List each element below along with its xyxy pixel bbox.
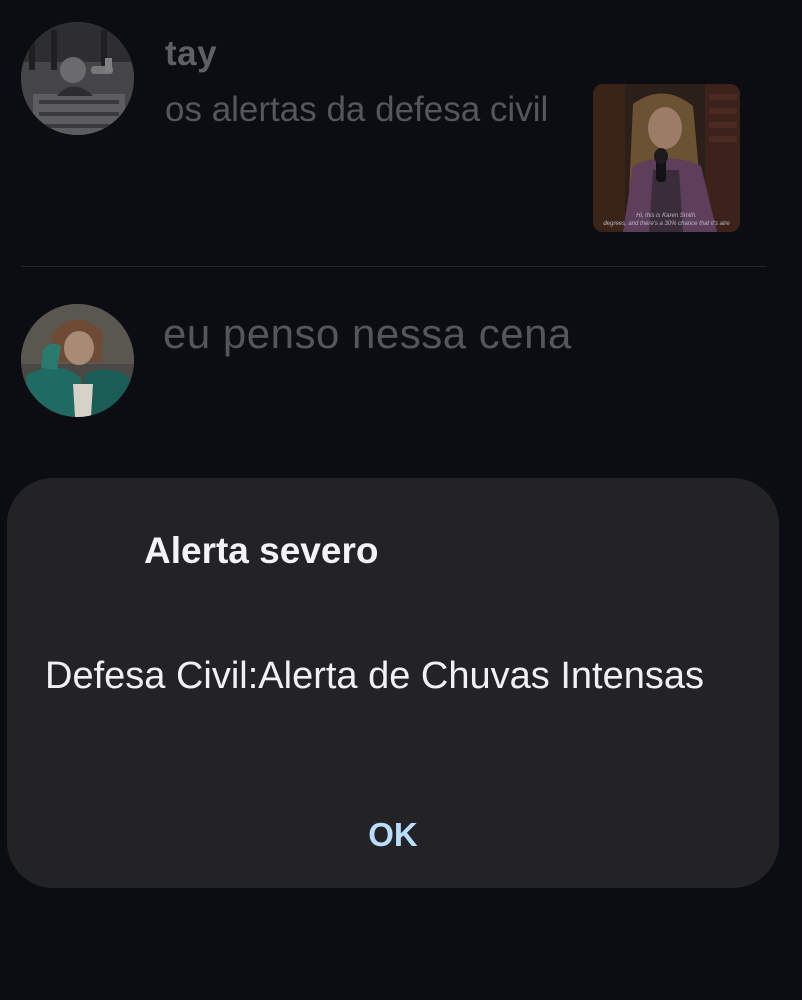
avatar-photo xyxy=(21,22,134,135)
post-thumbnail[interactable]: Hi, this is Karen Smith. degrees, and th… xyxy=(593,84,740,232)
dialog-message: Defesa Civil:Alerta de Chuvas Intensas xyxy=(45,655,704,697)
alert-dialog: Alerta severo Defesa Civil:Alerta de Chu… xyxy=(7,478,779,888)
thumbnail-caption-line: Hi, this is Karen Smith. xyxy=(636,213,697,219)
post-username[interactable]: tay xyxy=(165,34,217,74)
avatar-photo xyxy=(21,304,134,417)
screen: tay os alertas da defesa civil Hi, this … xyxy=(0,0,802,1000)
post-item[interactable]: tay os alertas da defesa civil Hi, this … xyxy=(0,0,802,268)
ok-button[interactable]: OK xyxy=(343,808,443,862)
post-text: eu penso nessa cena xyxy=(163,310,572,357)
feed-divider xyxy=(21,266,766,267)
thumbnail-image xyxy=(593,84,740,232)
avatar[interactable] xyxy=(21,304,134,417)
avatar[interactable] xyxy=(21,22,134,135)
post-text: os alertas da defesa civil xyxy=(165,90,549,129)
thumbnail-caption: Hi, this is Karen Smith. degrees, and th… xyxy=(593,212,740,228)
dialog-title: Alerta severo xyxy=(144,530,379,571)
thumbnail-caption-line: degrees, and there's a 30% chance that i… xyxy=(603,221,730,227)
